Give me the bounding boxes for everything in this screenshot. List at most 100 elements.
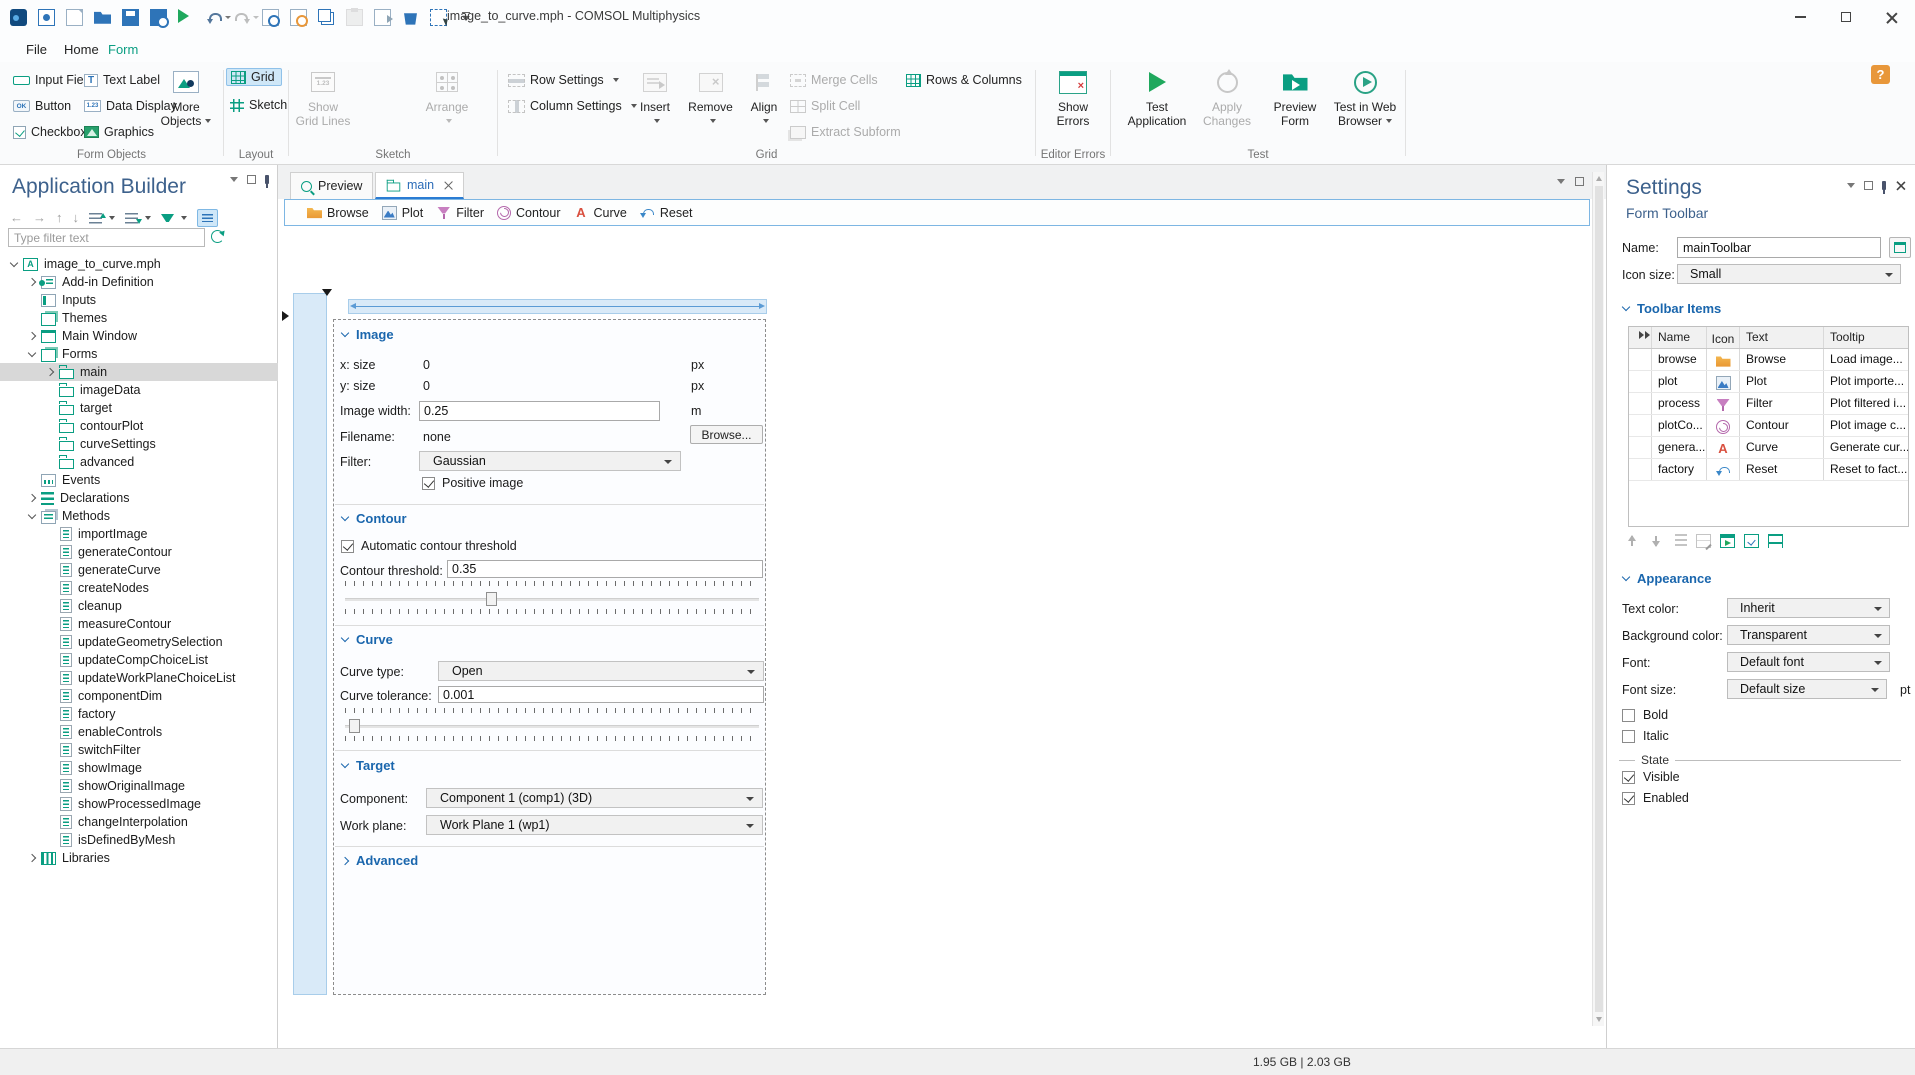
component-dropdown[interactable]: Component 1 (comp1) (3D): [426, 788, 763, 808]
expander-icon[interactable]: [27, 510, 37, 519]
show-grid-lines-button[interactable]: Show Grid Lines: [295, 67, 351, 128]
test-application-button[interactable]: Test Application: [1123, 67, 1191, 128]
button-object-button[interactable]: Button: [13, 97, 71, 115]
grid-row-strip[interactable]: [348, 299, 767, 314]
expander-icon[interactable]: [45, 367, 55, 377]
form-grid-cell[interactable]: Image x: size 0 px y: size 0 px Image wi…: [333, 319, 766, 995]
expander-icon[interactable]: [9, 258, 19, 267]
tree-item-showImage[interactable]: showImage: [0, 759, 278, 777]
tree-item-root[interactable]: image_to_curve.mph: [0, 255, 278, 273]
toolbar-items-table[interactable]: Name Icon Text Tooltip browse Browse Loa…: [1628, 326, 1909, 527]
qat-button-select-region[interactable]: [430, 8, 447, 26]
toolbar-button-reset[interactable]: Reset: [639, 206, 693, 220]
tree-item-events[interactable]: Events: [0, 471, 278, 489]
checkbox-object-button[interactable]: Checkbox: [13, 123, 87, 141]
qat-button-save[interactable]: [122, 8, 139, 26]
slider-thumb[interactable]: [485, 592, 497, 606]
tree-item-libraries[interactable]: Libraries: [0, 849, 278, 867]
browse-file-button[interactable]: Browse...: [690, 425, 763, 444]
tree-item-themes[interactable]: Themes: [0, 309, 278, 327]
apply-changes-button[interactable]: Apply Changes: [1196, 67, 1258, 128]
tree-item-form-curvesettings[interactable]: curveSettings: [0, 435, 278, 453]
column-settings-button[interactable]: Column Settings: [508, 97, 637, 115]
tree-filter-button[interactable]: [161, 214, 187, 222]
scroll-thumb[interactable]: [1594, 186, 1603, 1012]
tree-item-isDefinedByMesh[interactable]: isDefinedByMesh: [0, 831, 278, 849]
tab-preview[interactable]: Preview: [290, 172, 374, 199]
toolbar-item-row-plot[interactable]: plot Plot Plot importe...: [1629, 371, 1908, 393]
toolbar-button-filter[interactable]: Filter: [436, 206, 484, 220]
section-image[interactable]: Image: [340, 327, 394, 342]
curve-tolerance-slider[interactable]: [345, 708, 759, 750]
maximize-button[interactable]: [1823, 0, 1869, 34]
auto-threshold-checkbox[interactable]: Automatic contour threshold: [341, 539, 517, 553]
contour-threshold-input[interactable]: [447, 560, 763, 578]
tree-item-forms[interactable]: Forms: [0, 345, 278, 363]
qat-button-delete[interactable]: [402, 9, 419, 26]
panel-float-icon[interactable]: [1864, 180, 1873, 190]
qat-button-application-builder[interactable]: [38, 8, 55, 26]
rows-columns-button[interactable]: Rows & Columns: [906, 71, 1022, 89]
contour-threshold-slider[interactable]: [345, 581, 759, 623]
slider-thumb[interactable]: [349, 719, 361, 733]
expander-icon[interactable]: [27, 348, 37, 357]
tab-home[interactable]: Home: [62, 39, 101, 60]
forward-icon[interactable]: →: [33, 210, 46, 226]
extract-subform-button[interactable]: Extract Subform: [790, 123, 901, 141]
editor-menu-icon[interactable]: [1557, 179, 1565, 184]
tab-main[interactable]: main: [375, 172, 465, 199]
toolbar-button-plot[interactable]: Plot: [381, 205, 423, 220]
input-field-button[interactable]: Input Field: [13, 71, 93, 89]
curve-type-dropdown[interactable]: Open: [438, 661, 764, 681]
tree-item-switchFilter[interactable]: switchFilter: [0, 741, 278, 759]
positive-image-checkbox[interactable]: Positive image: [422, 476, 523, 490]
tree-item-main-window[interactable]: Main Window: [0, 327, 278, 345]
section-target[interactable]: Target: [340, 758, 395, 773]
tree-item-measureContour[interactable]: measureContour: [0, 615, 278, 633]
qat-button-duplicate[interactable]: [374, 8, 393, 26]
preview-form-button[interactable]: Preview Form: [1266, 67, 1324, 128]
panel-collapse-icon[interactable]: [1847, 182, 1855, 188]
expander-icon[interactable]: [27, 493, 37, 503]
section-curve[interactable]: Curve: [340, 632, 393, 647]
icon-size-dropdown[interactable]: Small: [1677, 264, 1901, 284]
more-objects-button[interactable]: More Objects: [158, 67, 214, 128]
expander-icon[interactable]: [27, 331, 37, 341]
panel-collapse-icon[interactable]: [230, 177, 238, 182]
move-up-icon[interactable]: ↑: [56, 210, 63, 226]
tree-item-showProcessedImage[interactable]: showProcessedImage: [0, 795, 278, 813]
split-rows-icon[interactable]: [1768, 534, 1783, 548]
tree-item-updateWorkPlaneChoiceList[interactable]: updateWorkPlaneChoiceList: [0, 669, 278, 687]
column-header-text[interactable]: Text: [1740, 327, 1824, 348]
filter-input[interactable]: [8, 228, 205, 247]
expand-tree-button[interactable]: [89, 212, 115, 224]
back-icon[interactable]: ←: [10, 210, 23, 226]
background-color-dropdown[interactable]: Transparent: [1727, 625, 1890, 645]
qat-button-paste[interactable]: [346, 7, 363, 26]
qat-button-new-file[interactable]: [66, 8, 83, 26]
panel-pin-icon[interactable]: [1882, 180, 1886, 194]
insert-button[interactable]: Insert: [631, 67, 679, 128]
tree-item-createNodes[interactable]: createNodes: [0, 579, 278, 597]
toolbar-button-contour[interactable]: Contour: [497, 205, 561, 220]
rename-button[interactable]: [1889, 237, 1911, 258]
tree-item-updateCompChoiceList[interactable]: updateCompChoiceList: [0, 651, 278, 669]
refresh-icon[interactable]: [211, 230, 224, 243]
tree-item-changeInterpolation[interactable]: changeInterpolation: [0, 813, 278, 831]
tab-form[interactable]: Form: [103, 39, 143, 64]
slider-track[interactable]: [345, 719, 759, 733]
arrange-button[interactable]: Arrange: [417, 67, 477, 128]
panel-pin-icon[interactable]: [265, 175, 269, 188]
preview-dialog-icon[interactable]: [1720, 534, 1735, 548]
merge-cells-button[interactable]: Merge Cells: [790, 71, 878, 89]
toolbar-item-row-browse[interactable]: browse Browse Load image...: [1629, 349, 1908, 371]
scroll-down-icon[interactable]: [1595, 1017, 1602, 1022]
canvas-scrollbar[interactable]: [1592, 172, 1604, 1026]
panel-close-icon[interactable]: [1896, 180, 1906, 190]
image-width-input[interactable]: [419, 401, 660, 421]
column-header-name[interactable]: Name: [1652, 327, 1707, 348]
grid-column-strip[interactable]: [293, 293, 327, 995]
sketch-mode-button[interactable]: Sketch: [230, 96, 287, 114]
qat-button-open[interactable]: [94, 9, 111, 26]
column-header-tooltip[interactable]: Tooltip: [1824, 327, 1908, 348]
